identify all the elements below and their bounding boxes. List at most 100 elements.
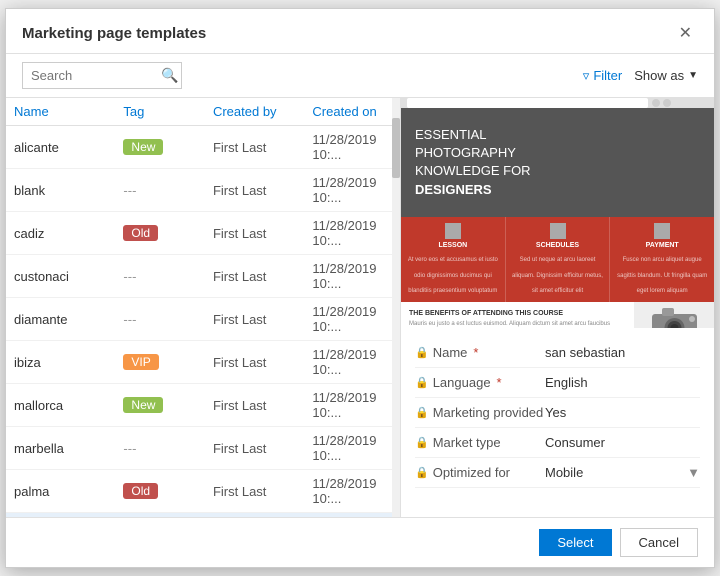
form-row-2: 🔒 Marketing provided Yes bbox=[415, 398, 700, 428]
cell-name: alicante bbox=[14, 140, 123, 155]
hero-line1: ESSENTIAL bbox=[415, 126, 700, 144]
col-label-2: PAYMENT bbox=[614, 242, 710, 249]
cell-name: marbella bbox=[14, 441, 123, 456]
cell-name: ibiza bbox=[14, 355, 123, 370]
cell-tag: Old bbox=[123, 483, 213, 499]
list-panel: Name Tag Created by Created on alicante … bbox=[6, 98, 401, 517]
list-row[interactable]: mallorca New First Last 11/28/2019 10:..… bbox=[6, 384, 400, 427]
tag-badge: New bbox=[123, 397, 163, 413]
list-row[interactable]: palma Old First Last 11/28/2019 10:... bbox=[6, 470, 400, 513]
tag-dash: --- bbox=[123, 269, 136, 284]
hero-line4: DESIGNERS bbox=[415, 181, 700, 199]
scrollbar-thumb bbox=[392, 118, 400, 178]
filter-button[interactable]: ▿ Filter bbox=[583, 68, 622, 84]
form-fields: 🔒 Name * san sebastian 🔒 Language* Englis… bbox=[401, 328, 714, 517]
preview-red-col-2: PAYMENT Fusce non arcu aliquet augue sag… bbox=[610, 217, 714, 302]
preview-panel: ESSENTIAL PHOTOGRAPHY KNOWLEDGE FOR DESI… bbox=[401, 98, 714, 517]
required-star: * bbox=[473, 345, 478, 360]
list-row[interactable]: cadiz Old First Last 11/28/2019 10:... bbox=[6, 212, 400, 255]
show-as-button[interactable]: Show as ▼ bbox=[634, 68, 698, 83]
preview-red-section: LESSON At vero eos et accusamus et iusto… bbox=[401, 217, 714, 302]
cell-created-on: 11/28/2019 10:... bbox=[312, 304, 392, 334]
preview-hero-text: ESSENTIAL PHOTOGRAPHY KNOWLEDGE FOR DESI… bbox=[415, 126, 700, 199]
cell-tag: --- bbox=[123, 183, 213, 198]
form-value-4[interactable]: Mobile ▼ bbox=[545, 465, 700, 480]
tag-badge: Old bbox=[123, 483, 158, 499]
col-label-0: LESSON bbox=[405, 242, 501, 249]
cell-created-on: 11/28/2019 10:... bbox=[312, 433, 392, 463]
col-desc-2: Fusce non arcu aliquet augue sagittis bl… bbox=[617, 257, 707, 295]
tag-dash: --- bbox=[123, 183, 136, 198]
form-label-1: 🔒 Language* bbox=[415, 375, 545, 390]
list-row[interactable]: ibiza VIP First Last 11/28/2019 10:... bbox=[6, 341, 400, 384]
cell-created-on: 11/28/2019 10:... bbox=[312, 132, 392, 162]
list-row[interactable]: alicante New First Last 11/28/2019 10:..… bbox=[6, 126, 400, 169]
cancel-button[interactable]: Cancel bbox=[620, 528, 698, 557]
lock-icon: 🔒 bbox=[415, 376, 429, 389]
field-value-text: san sebastian bbox=[545, 345, 625, 360]
hero-line2: PHOTOGRAPHY bbox=[415, 144, 700, 162]
cell-tag: --- bbox=[123, 312, 213, 327]
preview-bottom-body: Mauris eu justo a est luctus euismod. Al… bbox=[409, 320, 626, 328]
col-icon-1 bbox=[550, 223, 566, 239]
lock-icon: 🔒 bbox=[415, 406, 429, 419]
col-header-tag[interactable]: Tag bbox=[123, 104, 213, 119]
list-body: alicante New First Last 11/28/2019 10:..… bbox=[6, 126, 400, 517]
filter-label: Filter bbox=[593, 68, 622, 83]
close-button[interactable]: ✕ bbox=[673, 21, 698, 45]
cell-created-by: First Last bbox=[213, 183, 312, 198]
toolbar-right: ▿ Filter Show as ▼ bbox=[583, 68, 698, 84]
list-header: Name Tag Created by Created on bbox=[6, 98, 400, 126]
form-row-1: 🔒 Language* English bbox=[415, 368, 700, 398]
cell-created-on: 11/28/2019 10:... bbox=[312, 261, 392, 291]
list-row[interactable]: san sebastian VIP First Last 11/28/2019 … bbox=[6, 513, 400, 517]
camera-svg bbox=[647, 304, 702, 328]
col-header-name[interactable]: Name bbox=[14, 104, 123, 119]
select-button[interactable]: Select bbox=[539, 529, 611, 556]
cell-created-by: First Last bbox=[213, 140, 312, 155]
dropdown-icon: ▼ bbox=[687, 465, 700, 480]
cell-created-on: 11/28/2019 10:... bbox=[312, 476, 392, 506]
scrollbar[interactable] bbox=[392, 98, 400, 517]
cell-name: palma bbox=[14, 484, 123, 499]
list-row[interactable]: diamante --- First Last 11/28/2019 10:..… bbox=[6, 298, 400, 341]
form-row-4: 🔒 Optimized for Mobile ▼ bbox=[415, 458, 700, 488]
page-preview-inner: ESSENTIAL PHOTOGRAPHY KNOWLEDGE FOR DESI… bbox=[401, 98, 714, 328]
field-label-text: Name bbox=[433, 345, 468, 360]
col-icon-0 bbox=[445, 223, 461, 239]
cell-created-on: 11/28/2019 10:... bbox=[312, 218, 392, 248]
preview-image: ESSENTIAL PHOTOGRAPHY KNOWLEDGE FOR DESI… bbox=[401, 98, 714, 328]
toolbar: 🔍 ▿ Filter Show as ▼ bbox=[6, 54, 714, 98]
lock-icon: 🔒 bbox=[415, 436, 429, 449]
search-icon: 🔍 bbox=[161, 67, 178, 84]
field-value-text: Yes bbox=[545, 405, 566, 420]
cell-created-by: First Last bbox=[213, 269, 312, 284]
form-label-0: 🔒 Name* bbox=[415, 345, 545, 360]
col-header-created-on[interactable]: Created on bbox=[312, 104, 392, 119]
field-label-text: Marketing provided bbox=[433, 405, 544, 420]
tag-badge: Old bbox=[123, 225, 158, 241]
cell-created-by: First Last bbox=[213, 484, 312, 499]
field-label-text: Market type bbox=[433, 435, 501, 450]
form-label-3: 🔒 Market type bbox=[415, 435, 545, 450]
form-row-0: 🔒 Name* san sebastian bbox=[415, 338, 700, 368]
list-row[interactable]: blank --- First Last 11/28/2019 10:... bbox=[6, 169, 400, 212]
col-header-created-by[interactable]: Created by bbox=[213, 104, 312, 119]
form-value-2: Yes bbox=[545, 405, 700, 420]
preview-controls bbox=[652, 99, 671, 107]
list-row[interactable]: marbella --- First Last 11/28/2019 10:..… bbox=[6, 427, 400, 470]
show-as-label: Show as bbox=[634, 68, 684, 83]
cell-name: diamante bbox=[14, 312, 123, 327]
tag-dash: --- bbox=[123, 441, 136, 456]
search-box[interactable]: 🔍 bbox=[22, 62, 182, 89]
cell-name: mallorca bbox=[14, 398, 123, 413]
preview-browser-bar bbox=[401, 98, 714, 108]
tag-badge: VIP bbox=[123, 354, 158, 370]
tag-badge: New bbox=[123, 139, 163, 155]
search-input[interactable] bbox=[31, 68, 161, 83]
cell-tag: Old bbox=[123, 225, 213, 241]
list-row[interactable]: custonaci --- First Last 11/28/2019 10:.… bbox=[6, 255, 400, 298]
form-row-3: 🔒 Market type Consumer bbox=[415, 428, 700, 458]
hero-line3: KNOWLEDGE FOR bbox=[415, 162, 700, 180]
field-value-text: English bbox=[545, 375, 588, 390]
